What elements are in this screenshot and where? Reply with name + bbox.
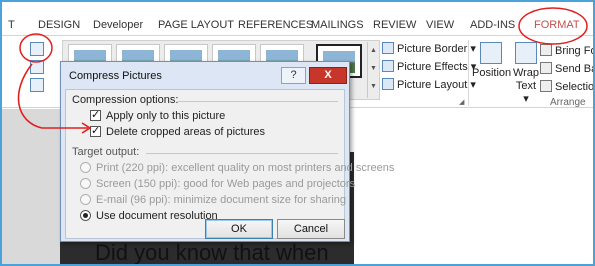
dialog-title: Compress Pictures: [69, 70, 162, 82]
picture-layout-icon: [382, 78, 394, 90]
tab-page-layout[interactable]: PAGE LAYOUT: [158, 19, 234, 31]
ribbon-separator: [468, 40, 469, 106]
picture-layout-button[interactable]: Picture Layout ▾: [382, 76, 476, 94]
output-document-label: Use document resolution: [96, 210, 218, 222]
position-icon: [480, 42, 502, 64]
document-right-area: [354, 109, 593, 264]
bring-forward-label: Bring For: [555, 45, 593, 57]
wrap-text-button[interactable]: Wrap Text ▾: [512, 42, 540, 106]
section-divider: [178, 101, 338, 102]
compression-options-label: Compression options:: [72, 94, 179, 106]
wrap-text-icon: [515, 42, 537, 64]
gallery-up-icon[interactable]: ▲: [368, 42, 379, 60]
change-picture-icon[interactable]: [30, 60, 44, 74]
dialog-help-button[interactable]: ?: [281, 67, 306, 84]
tab-format[interactable]: FORMAT: [534, 19, 580, 31]
selection-pane-icon: [540, 80, 552, 92]
picture-effects-icon: [382, 60, 394, 72]
reset-picture-icon[interactable]: [30, 78, 44, 92]
picture-effects-label: Picture Effects: [397, 61, 468, 73]
selection-pane-label: Selection: [555, 81, 595, 93]
tab-mailings[interactable]: MAILINGS: [311, 19, 364, 31]
delete-cropped-checkbox[interactable]: [90, 124, 101, 137]
output-email-label: E-mail (96 ppi): minimize document size …: [96, 194, 347, 206]
gallery-scroll[interactable]: ▲ ▼ ▼: [367, 42, 379, 98]
apply-only-option[interactable]: Apply only to this picture: [90, 108, 226, 122]
bring-forward-icon: [540, 44, 552, 56]
apply-only-label: Apply only to this picture: [106, 110, 226, 122]
apply-only-checkbox[interactable]: [90, 108, 101, 121]
position-button[interactable]: Position: [472, 42, 512, 80]
compress-pictures-icon[interactable]: [30, 42, 44, 56]
tab-review[interactable]: REVIEW: [373, 19, 416, 31]
send-backward-button[interactable]: Send Bac: [540, 60, 593, 78]
ok-button[interactable]: OK: [205, 219, 273, 239]
wrap-label-line2: Text: [515, 80, 537, 92]
tab-view[interactable]: VIEW: [426, 19, 454, 31]
dialog-body: Compression options: Apply only to this …: [65, 89, 394, 239]
arrange-group-label: Arrange: [550, 97, 586, 108]
ribbon-tab-bar: T DESIGN Developer PAGE LAYOUT REFERENCE…: [2, 2, 593, 36]
target-output-label: Target output:: [72, 146, 140, 158]
bring-forward-button[interactable]: Bring For: [540, 42, 593, 60]
dialog-close-button[interactable]: X: [309, 67, 347, 84]
dialog-launcher-icon[interactable]: ◢: [459, 98, 464, 106]
position-label: Position: [472, 67, 512, 79]
picture-layout-label: Picture Layout: [397, 79, 468, 91]
output-document-radio[interactable]: [80, 210, 91, 221]
tab-partial[interactable]: T: [8, 19, 15, 31]
gallery-down-icon[interactable]: ▼: [368, 60, 379, 78]
screenshot-frame: T DESIGN Developer PAGE LAYOUT REFERENCE…: [0, 0, 595, 266]
tab-design[interactable]: DESIGN: [38, 19, 80, 31]
output-screen-radio: [80, 178, 91, 189]
tab-references[interactable]: REFERENCES: [238, 19, 313, 31]
gallery-more-icon[interactable]: ▼: [368, 78, 379, 96]
output-email-option: E-mail (96 ppi): minimize document size …: [80, 194, 346, 206]
output-screen-option: Screen (150 ppi): good for Web pages and…: [80, 178, 355, 190]
delete-cropped-option[interactable]: Delete cropped areas of pictures: [90, 124, 265, 138]
picture-border-icon: [382, 42, 394, 54]
output-email-radio: [80, 194, 91, 205]
cancel-button[interactable]: Cancel: [277, 219, 345, 239]
output-print-label: Print (220 ppi): excellent quality on mo…: [96, 162, 395, 174]
wrap-label-line1: Wrap: [512, 67, 540, 79]
output-document-option[interactable]: Use document resolution: [80, 210, 218, 222]
picture-effects-button[interactable]: Picture Effects ▾: [382, 58, 476, 76]
document-heading-text: Did you know that when: [95, 240, 329, 265]
output-print-option: Print (220 ppi): excellent quality on mo…: [80, 162, 394, 174]
compress-pictures-dialog: Compress Pictures ? X Compression option…: [60, 61, 394, 242]
output-print-radio: [80, 162, 91, 173]
selection-pane-button[interactable]: Selection: [540, 78, 595, 96]
tab-developer[interactable]: Developer: [93, 19, 143, 31]
tab-add-ins[interactable]: ADD-INS: [470, 19, 515, 31]
delete-cropped-label: Delete cropped areas of pictures: [106, 126, 265, 138]
picture-border-button[interactable]: Picture Border ▾: [382, 40, 476, 58]
send-backward-icon: [540, 62, 552, 74]
section-divider: [146, 153, 338, 154]
picture-border-label: Picture Border: [397, 43, 468, 55]
send-backward-label: Send Bac: [555, 63, 593, 75]
output-screen-label: Screen (150 ppi): good for Web pages and…: [96, 178, 356, 190]
